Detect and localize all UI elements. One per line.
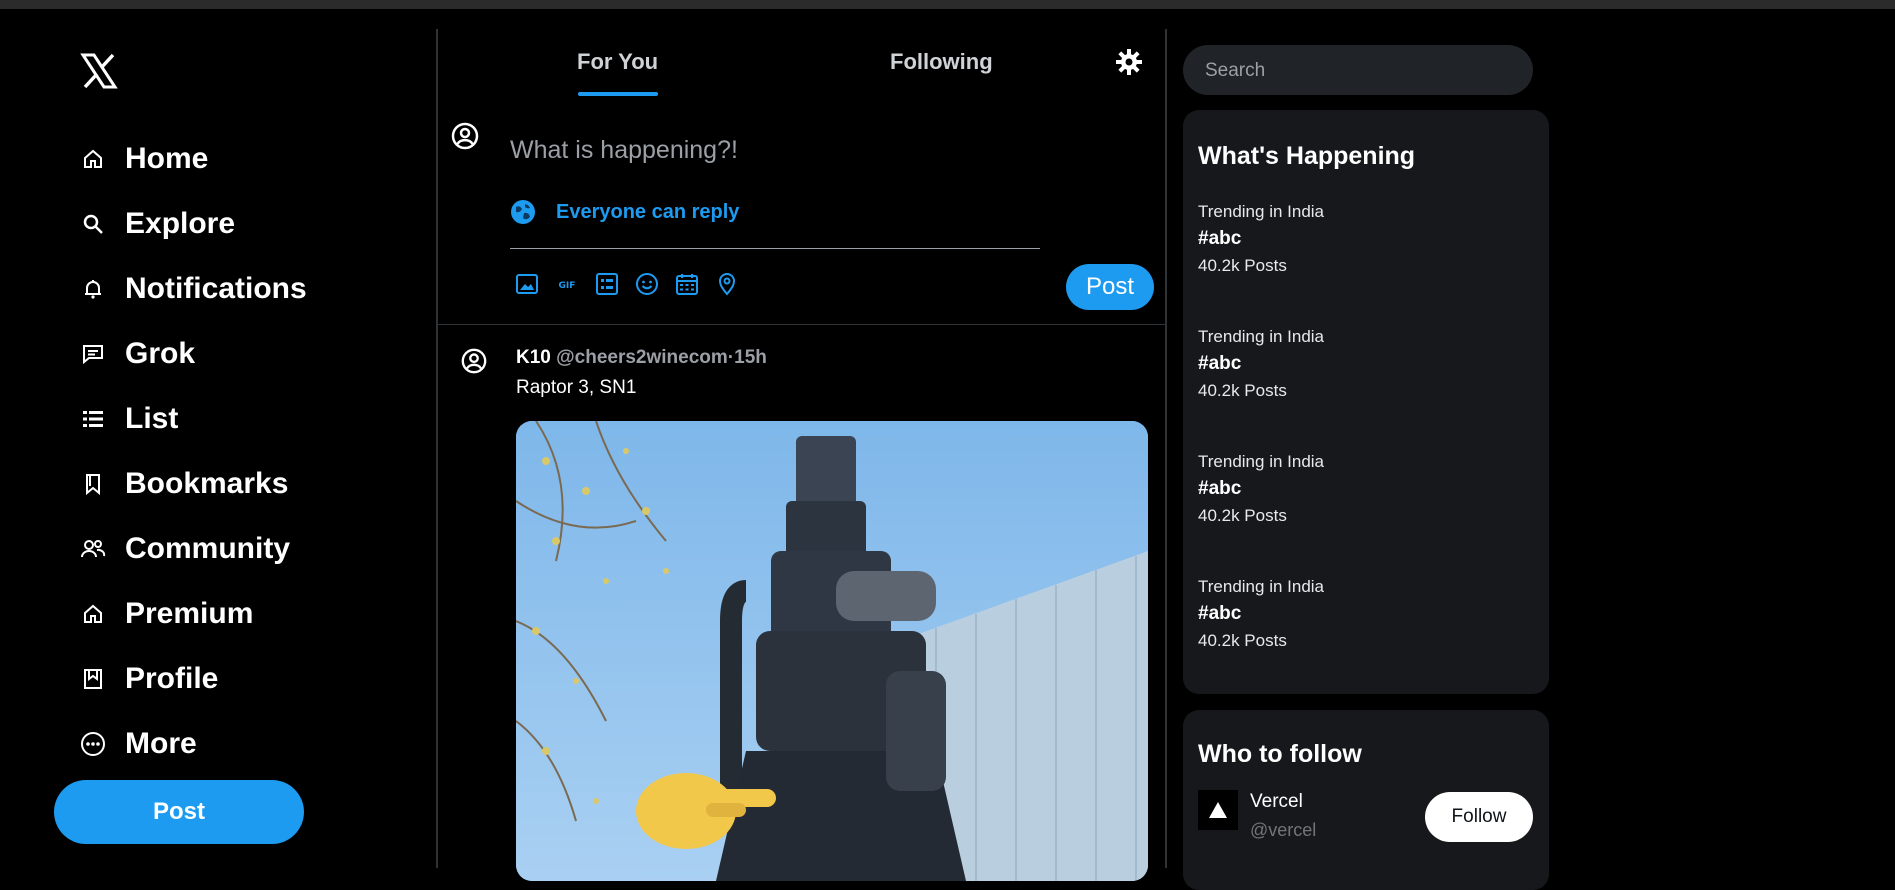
nav-item-label: Profile (125, 661, 219, 695)
nav-item-premium[interactable]: Premium (80, 581, 400, 646)
trend-count: 40.2k Posts (1198, 381, 1287, 400)
tab-following[interactable]: Following (890, 49, 993, 75)
trend-item[interactable]: Trending in India #abc 40.2k Posts (1198, 202, 1528, 276)
whats-happening-card: What's Happening Trending in India #abc … (1183, 110, 1549, 694)
svg-text:GIF: GIF (559, 281, 576, 291)
trend-item[interactable]: Trending in India #abc 40.2k Posts (1198, 452, 1528, 526)
more-icon (80, 731, 106, 757)
nav-item-home[interactable]: Home (80, 126, 400, 191)
nav-item-bookmarks[interactable]: Bookmarks (80, 451, 400, 516)
vercel-logo-icon (1198, 790, 1238, 830)
trend-context: Trending in India (1198, 202, 1325, 221)
sidebar-post-button[interactable]: Post (54, 780, 304, 844)
reply-setting-label: Everyone can reply (556, 200, 740, 223)
globe-icon (510, 199, 536, 225)
follow-suggestion[interactable]: Vercel @vercel Follow (1198, 790, 1534, 852)
bookmark-icon (80, 471, 106, 497)
primary-nav: Home Explore Notifications Grok List Boo… (80, 126, 400, 776)
search-box[interactable] (1183, 45, 1533, 95)
tweet-text: Raptor 3, SN1 (516, 377, 637, 398)
trend-item[interactable]: Trending in India #abc 40.2k Posts (1198, 327, 1528, 401)
nav-item-label: Notifications (125, 271, 307, 305)
active-tab-indicator (578, 92, 658, 96)
composer-divider (510, 248, 1040, 249)
community-icon (80, 536, 106, 562)
profile-icon (80, 666, 106, 692)
user-avatar-icon[interactable] (450, 121, 480, 151)
premium-icon (80, 601, 106, 627)
location-icon[interactable] (714, 271, 740, 297)
nav-item-more[interactable]: More (80, 711, 400, 776)
trend-context: Trending in India (1198, 452, 1325, 471)
trend-tag: #abc (1198, 353, 1242, 374)
who-to-follow-title: Who to follow (1198, 740, 1362, 768)
list-icon (80, 406, 106, 432)
nav-item-label: Community (125, 531, 290, 565)
emoji-icon[interactable] (634, 271, 660, 297)
follow-button[interactable]: Follow (1425, 792, 1533, 842)
trend-context: Trending in India (1198, 577, 1325, 596)
nav-item-grok[interactable]: Grok (80, 321, 400, 386)
image-icon[interactable] (514, 271, 540, 297)
nav-item-label: Home (125, 141, 209, 175)
trend-count: 40.2k Posts (1198, 256, 1287, 275)
trend-tag: #abc (1198, 603, 1242, 624)
x-logo-icon[interactable] (80, 52, 118, 90)
suggestion-name[interactable]: Vercel (1250, 791, 1303, 813)
whats-happening-title: What's Happening (1198, 142, 1416, 170)
tweet-avatar-icon[interactable] (460, 347, 488, 375)
gif-icon[interactable]: GIF (554, 271, 580, 297)
grok-icon (80, 341, 106, 367)
main-timeline: For You Following What is happening?! Ev… (436, 29, 1167, 881)
search-icon (80, 211, 106, 237)
timeline-tabs: For You Following (438, 29, 1165, 109)
bell-icon (80, 276, 106, 302)
compose-input[interactable] (508, 129, 1012, 171)
nav-item-label: List (125, 401, 179, 435)
suggestion-handle[interactable]: @vercel (1250, 820, 1316, 841)
nav-item-label: More (125, 726, 197, 760)
window-top-strip (0, 0, 1895, 9)
trend-tag: #abc (1198, 478, 1242, 499)
nav-item-list[interactable]: List (80, 386, 400, 451)
nav-item-explore[interactable]: Explore (80, 191, 400, 256)
composer-toolbar: GIF (514, 271, 754, 297)
tweet-handle-time[interactable]: @cheers2winecom·15h (556, 347, 767, 368)
tweet-author-name[interactable]: K10 (516, 347, 551, 368)
post-composer: Everyone can reply GIF Post (438, 109, 1167, 325)
trend-count: 40.2k Posts (1198, 631, 1287, 650)
nav-item-label: Explore (125, 206, 236, 240)
schedule-icon[interactable] (674, 271, 700, 297)
rocket-engine-photo[interactable] (516, 421, 1148, 881)
who-to-follow-card: Who to follow Vercel @vercel Follow (1183, 710, 1549, 890)
trend-count: 40.2k Posts (1198, 506, 1287, 525)
nav-item-notifications[interactable]: Notifications (80, 256, 400, 321)
search-input[interactable] (1203, 57, 1517, 85)
reply-setting[interactable]: Everyone can reply (510, 199, 739, 225)
poll-icon[interactable] (594, 271, 620, 297)
left-sidebar: Home Explore Notifications Grok List Boo… (0, 9, 436, 868)
nav-item-label: Grok (125, 336, 196, 370)
tab-for-you[interactable]: For You (577, 49, 658, 75)
nav-item-profile[interactable]: Profile (80, 646, 400, 711)
gear-icon[interactable] (1114, 47, 1144, 77)
tweet-header: K10 @cheers2winecom·15h (516, 347, 767, 369)
nav-item-label: Bookmarks (125, 466, 289, 500)
compose-post-button[interactable]: Post (1066, 264, 1154, 310)
trend-context: Trending in India (1198, 327, 1325, 346)
nav-item-label: Premium (125, 596, 254, 630)
trend-tag: #abc (1198, 228, 1242, 249)
nav-item-community[interactable]: Community (80, 516, 400, 581)
tweet[interactable]: K10 @cheers2winecom·15h Raptor 3, SN1 (438, 325, 1167, 881)
trend-item[interactable]: Trending in India #abc 40.2k Posts (1198, 577, 1528, 651)
home-icon (80, 146, 106, 172)
